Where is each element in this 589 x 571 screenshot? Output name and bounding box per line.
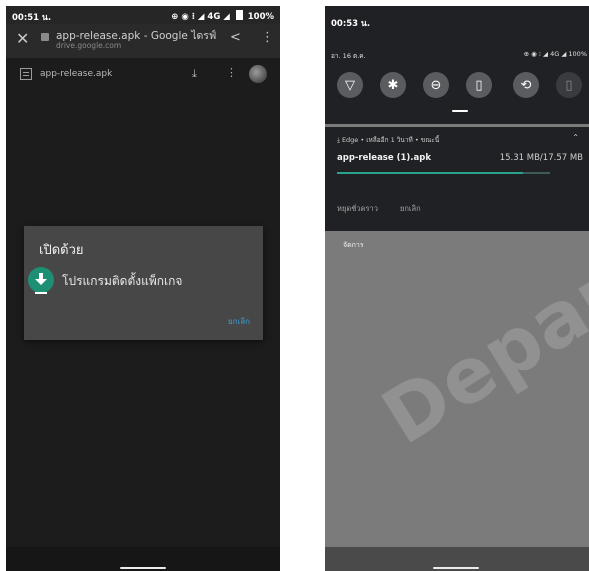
package-installer-option[interactable]: โปรแกรมติดตั้งแพ็กเกจ <box>62 272 182 291</box>
wifi-icon[interactable]: ▽ <box>337 72 363 98</box>
file-row: app-release.apk ⤓ ⋮ <box>6 62 280 88</box>
dialog-title: เปิดด้วย <box>39 243 84 258</box>
notification-source: Edge • เหลืออีก 1 วินาที • ขณะนี้ <box>341 136 440 144</box>
quick-settings-panel: 00:53 น. อา. 16 ต.ค. ⊕ ◉ ⁝ ◢ 4G ◢ 100% ▽… <box>325 6 589 124</box>
package-installer-icon[interactable] <box>28 267 54 293</box>
manage-button[interactable]: จัดการ <box>343 240 364 251</box>
left-phone-screen: 00:51 น. ⊕ ◉ ⁝ ◢ 4G ◢ 100% ✕ app-release… <box>6 6 280 571</box>
flashlight-icon[interactable]: ▯ <box>466 72 492 98</box>
download-progress-bar <box>337 172 550 174</box>
download-notification[interactable]: ⤓ Edge • เหลืออีก 1 วินาที • ขณะนี้ ⌃ ap… <box>325 127 589 231</box>
status-time: 00:53 น. <box>331 19 371 29</box>
more-vertical-icon[interactable]: ⋮ <box>226 66 237 79</box>
download-progress-fill <box>337 172 523 174</box>
more-vertical-icon[interactable]: ⋮ <box>261 30 274 45</box>
status-icons: ⊕ ◉ ⁝ ◢ 4G ◢ 100% <box>523 50 587 58</box>
watermark: Depar <box>367 246 589 462</box>
cancel-button[interactable]: ยกเลิก <box>228 315 250 328</box>
nav-bar <box>325 547 589 571</box>
notification-size: 15.31 MB/17.57 MB <box>499 153 583 163</box>
avatar[interactable] <box>249 65 267 83</box>
status-signal-icons: ⊕ ◉ ⁝ ◢ 4G ◢ <box>171 12 230 22</box>
auto-rotate-icon[interactable]: ⟲ <box>513 72 539 98</box>
notification-file-name: app-release (1).apk <box>337 153 431 163</box>
cancel-button[interactable]: ยกเลิก <box>400 203 421 215</box>
battery-percent: 100% <box>247 12 274 22</box>
bluetooth-icon[interactable]: ✱ <box>380 72 406 98</box>
status-bar: 00:51 น. ⊕ ◉ ⁝ ◢ 4G ◢ 100% <box>6 6 280 24</box>
file-name: app-release.apk <box>40 69 113 79</box>
date-label: อา. 16 ต.ค. <box>331 52 366 60</box>
download-icon[interactable]: ⤓ <box>192 67 197 81</box>
expand-caret-icon[interactable]: ⌃ <box>572 133 579 142</box>
battery-saver-icon[interactable]: ▯ <box>556 72 582 98</box>
battery-icon <box>235 10 243 20</box>
manage-row: จัดการ <box>325 231 589 265</box>
panel-handle[interactable] <box>452 110 468 112</box>
drive-header: ✕ app-release.apk - Google ไดรฟ์ drive.g… <box>6 24 280 58</box>
download-bar-icon <box>35 292 47 294</box>
lock-icon <box>41 33 49 41</box>
home-pill[interactable] <box>433 567 479 569</box>
open-with-dialog: เปิดด้วย โปรแกรมติดตั้งแพ็กเกจ ยกเลิก <box>24 226 263 340</box>
share-icon[interactable]: < <box>230 30 241 45</box>
status-time: 00:51 น. <box>12 13 52 23</box>
notification-header: ⤓ Edge • เหลืออีก 1 วินาที • ขณะนี้ <box>337 135 439 145</box>
close-icon[interactable]: ✕ <box>16 29 29 48</box>
status-icons: ⊕ ◉ ⁝ ◢ 4G ◢ 100% <box>171 10 274 22</box>
home-pill[interactable] <box>120 567 166 569</box>
drive-url: drive.google.com <box>56 41 122 50</box>
do-not-disturb-icon[interactable]: ⊖ <box>423 72 449 98</box>
pause-button[interactable]: หยุดชั่วคราว <box>337 203 378 215</box>
nav-bar <box>6 547 280 571</box>
right-phone-screen: 00:53 น. อา. 16 ต.ค. ⊕ ◉ ⁝ ◢ 4G ◢ 100% ▽… <box>325 6 589 571</box>
file-icon <box>20 68 32 80</box>
